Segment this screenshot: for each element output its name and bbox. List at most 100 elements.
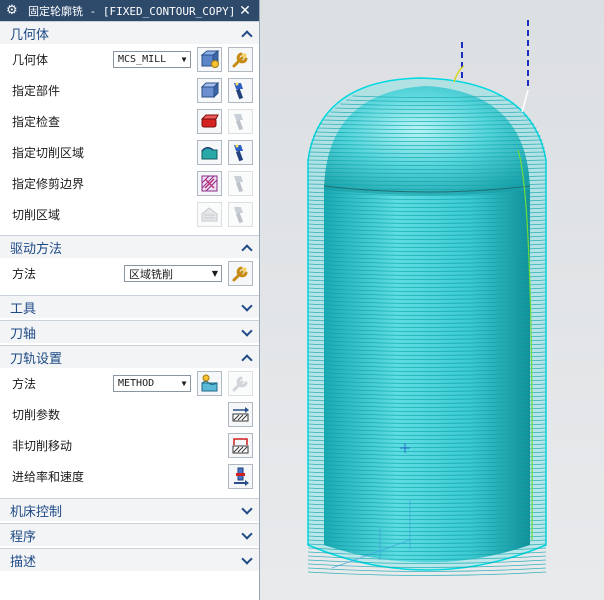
non-cut-button[interactable] bbox=[228, 433, 253, 458]
feeds-speeds-icon bbox=[234, 467, 249, 486]
edit-geometry-button[interactable] bbox=[228, 47, 253, 72]
cut-area-row: 切削区域 bbox=[0, 199, 259, 230]
drive-method-select[interactable]: 区域铣削 ▼ bbox=[124, 265, 222, 282]
group-tools-label: 工具 bbox=[10, 301, 37, 317]
group-geometry-header[interactable]: 几何体 bbox=[0, 21, 259, 44]
flashlight-icon bbox=[234, 176, 244, 193]
specify-part-row: 指定部件 bbox=[0, 75, 259, 106]
path-method-value: METHOD bbox=[118, 378, 155, 389]
geometry-select-value: MCS_MILL bbox=[118, 54, 167, 65]
chevron-up-icon[interactable] bbox=[241, 351, 253, 363]
flashlight-icon bbox=[234, 82, 244, 100]
toolpath-render bbox=[307, 20, 547, 576]
dialog-title: 固定轮廓铣 - [FIXED_CONTOUR_COPY] bbox=[28, 4, 236, 18]
cut-params-icon bbox=[232, 407, 249, 422]
close-icon[interactable]: ✕ bbox=[237, 3, 253, 19]
gear-icon[interactable]: ⚙ bbox=[6, 3, 20, 18]
part-icon bbox=[200, 81, 220, 99]
chevron-down-icon[interactable] bbox=[241, 326, 253, 338]
group-axis-label: 刀轴 bbox=[10, 326, 37, 342]
drive-method-label: 方法 bbox=[12, 267, 37, 281]
graphics-viewport[interactable] bbox=[260, 0, 604, 600]
specify-part-label: 指定部件 bbox=[12, 84, 61, 98]
group-description-header[interactable]: 描述 bbox=[0, 548, 259, 571]
cut-area-icon bbox=[201, 147, 218, 160]
new-method-button[interactable] bbox=[197, 371, 222, 396]
chevron-down-icon[interactable] bbox=[241, 554, 253, 566]
check-geometry-icon bbox=[200, 114, 219, 128]
flashlight-icon bbox=[234, 207, 244, 224]
path-method-label: 方法 bbox=[12, 377, 37, 391]
specify-trim-row: 指定修剪边界 bbox=[0, 168, 259, 199]
feeds-label: 进给率和速度 bbox=[12, 470, 85, 484]
new-geometry-icon bbox=[200, 49, 220, 68]
group-axis-header[interactable]: 刀轴 bbox=[0, 320, 259, 343]
flashlight-icon bbox=[234, 144, 244, 162]
dropdown-arrow-icon: ▼ bbox=[211, 269, 219, 278]
path-method-row: 方法 METHOD ▼ bbox=[0, 368, 259, 399]
group-path-header[interactable]: 刀轨设置 bbox=[0, 345, 259, 368]
edit-method-button[interactable] bbox=[228, 371, 253, 396]
group-path-label: 刀轨设置 bbox=[10, 351, 63, 367]
select-part-button[interactable] bbox=[197, 78, 222, 103]
feeds-row: 进给率和速度 bbox=[0, 461, 259, 492]
cut-area-edit-button[interactable] bbox=[197, 202, 222, 227]
group-program-label: 程序 bbox=[10, 529, 37, 545]
group-description-label: 描述 bbox=[10, 554, 37, 570]
group-drive-label: 驱动方法 bbox=[10, 241, 63, 257]
retract-line bbox=[521, 89, 529, 113]
group-tools-header[interactable]: 工具 bbox=[0, 295, 259, 318]
path-method-select[interactable]: METHOD ▼ bbox=[113, 375, 191, 392]
dropdown-arrow-icon: ▼ bbox=[181, 55, 187, 64]
specify-check-label: 指定检查 bbox=[12, 115, 61, 129]
geometry-select[interactable]: MCS_MILL ▼ bbox=[113, 51, 191, 68]
wrench-icon bbox=[232, 376, 248, 392]
feeds-speeds-button[interactable] bbox=[228, 464, 253, 489]
group-machine-label: 机床控制 bbox=[10, 504, 63, 520]
cut-area-label: 切削区域 bbox=[12, 208, 61, 222]
specify-trim-label: 指定修剪边界 bbox=[12, 177, 85, 191]
drive-method-row: 方法 区域铣削 ▼ bbox=[0, 258, 259, 289]
select-trim-button[interactable] bbox=[197, 171, 222, 196]
group-machine-header[interactable]: 机床控制 bbox=[0, 498, 259, 521]
flashlight-icon bbox=[234, 114, 244, 131]
cut-params-row: 切削参数 bbox=[0, 399, 259, 430]
chevron-down-icon[interactable] bbox=[241, 301, 253, 313]
chevron-down-icon[interactable] bbox=[241, 504, 253, 516]
specify-cut-area-row: 指定切削区域 bbox=[0, 137, 259, 168]
trim-boundary-icon bbox=[201, 175, 218, 192]
new-method-icon bbox=[201, 374, 218, 392]
group-geometry-label: 几何体 bbox=[10, 27, 50, 43]
operation-dialog: ⚙ 固定轮廓铣 - [FIXED_CONTOUR_COPY] ✕ 几何体 几何体… bbox=[0, 0, 260, 600]
non-cut-label: 非切削移动 bbox=[12, 439, 73, 453]
cut-area-show-button[interactable] bbox=[228, 202, 253, 227]
cut-regions-icon bbox=[201, 207, 218, 222]
new-geometry-button[interactable] bbox=[197, 47, 222, 72]
toolpath-pass bbox=[307, 571, 547, 576]
specify-check-row: 指定检查 bbox=[0, 106, 259, 137]
geometry-row: 几何体 MCS_MILL ▼ bbox=[0, 44, 259, 75]
geometry-label: 几何体 bbox=[12, 53, 49, 67]
select-cut-area-button[interactable] bbox=[197, 140, 222, 165]
group-drive-header[interactable]: 驱动方法 bbox=[0, 235, 259, 258]
show-cut-area-button[interactable] bbox=[228, 140, 253, 165]
chevron-down-icon[interactable] bbox=[241, 529, 253, 541]
drive-method-value: 区域铣削 bbox=[129, 267, 173, 281]
show-trim-button[interactable] bbox=[228, 171, 253, 196]
non-cut-row: 非切削移动 bbox=[0, 430, 259, 461]
non-cut-moves-icon bbox=[232, 438, 249, 454]
show-check-button[interactable] bbox=[228, 109, 253, 134]
show-part-button[interactable] bbox=[228, 78, 253, 103]
group-program-header[interactable]: 程序 bbox=[0, 523, 259, 546]
wrench-icon bbox=[232, 52, 248, 68]
edit-drive-button[interactable] bbox=[228, 261, 253, 286]
chevron-up-icon[interactable] bbox=[241, 241, 253, 253]
cut-params-label: 切削参数 bbox=[12, 408, 61, 422]
dropdown-arrow-icon: ▼ bbox=[181, 379, 187, 388]
wrench-icon bbox=[232, 266, 248, 282]
chevron-up-icon[interactable] bbox=[241, 27, 253, 39]
specify-cut-area-label: 指定切削区域 bbox=[12, 146, 85, 160]
select-check-button[interactable] bbox=[197, 109, 222, 134]
cut-params-button[interactable] bbox=[228, 402, 253, 427]
dialog-titlebar: ⚙ 固定轮廓铣 - [FIXED_CONTOUR_COPY] ✕ bbox=[0, 0, 259, 21]
